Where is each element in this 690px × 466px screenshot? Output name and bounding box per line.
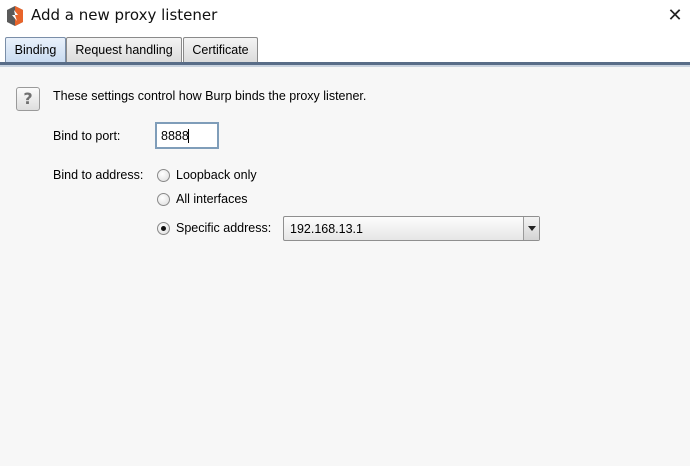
port-label: Bind to port: — [53, 129, 121, 143]
tab-certificate[interactable]: Certificate — [183, 37, 258, 62]
description-text: These settings control how Burp binds th… — [53, 89, 367, 103]
tab-binding[interactable]: Binding — [5, 37, 66, 62]
chevron-down-icon[interactable] — [523, 217, 539, 240]
specific-address-select[interactable]: 192.168.13.1 — [283, 216, 540, 241]
specific-address-radio[interactable] — [157, 222, 170, 235]
all-interfaces-radio[interactable] — [157, 193, 170, 206]
help-icon[interactable]: ? — [16, 87, 40, 111]
close-icon[interactable]: ✕ — [664, 5, 686, 27]
address-label: Bind to address: — [53, 168, 144, 182]
specific-address-value: 192.168.13.1 — [290, 222, 363, 236]
text-caret — [188, 129, 189, 143]
window-title: Add a new proxy listener — [31, 6, 218, 24]
port-input[interactable] — [155, 122, 219, 149]
specific-address-label[interactable]: Specific address: — [176, 221, 271, 235]
binding-panel: ? These settings control how Burp binds … — [0, 67, 690, 466]
radio-selected-dot — [161, 226, 166, 231]
all-interfaces-label[interactable]: All interfaces — [176, 192, 248, 206]
loopback-radio[interactable] — [157, 169, 170, 182]
tab-request-handling[interactable]: Request handling — [66, 37, 182, 62]
burp-suite-icon — [7, 6, 23, 26]
title-bar: Add a new proxy listener ✕ — [0, 0, 690, 33]
tab-strip: Binding Request handling Certificate — [0, 33, 690, 63]
loopback-label[interactable]: Loopback only — [176, 168, 257, 182]
